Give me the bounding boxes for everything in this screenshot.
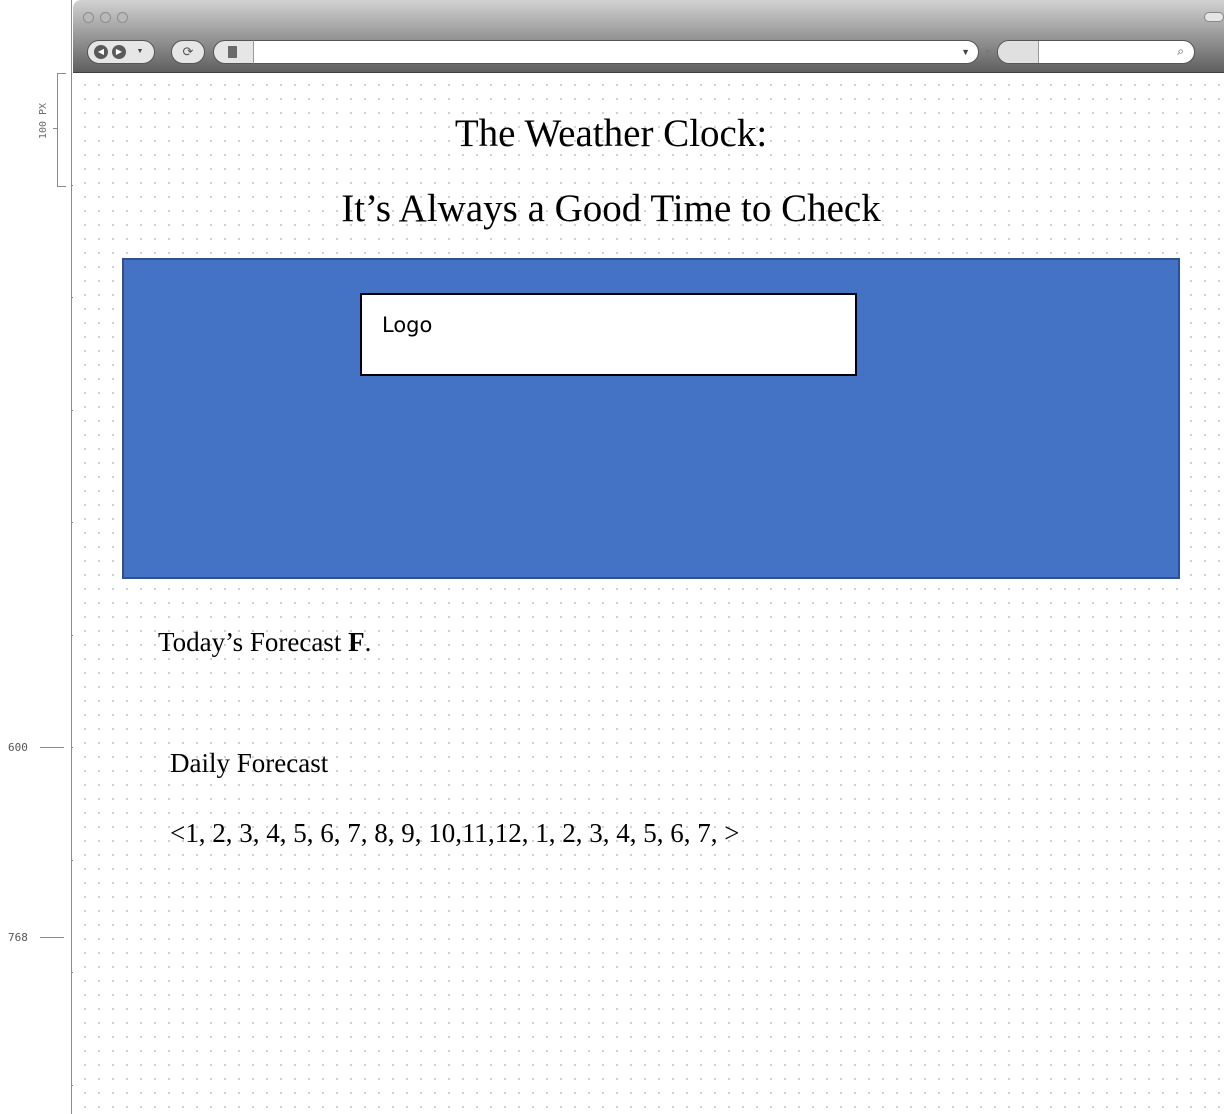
page-menu-button[interactable] xyxy=(213,40,255,64)
ruler-scale-label: 100 PX xyxy=(38,102,49,140)
browser-toolbar: ◀ ▶ ▼ ⟳ ▼ ⌕ xyxy=(73,0,1224,73)
page-subtitle: It’s Always a Good Time to Check xyxy=(341,187,881,230)
ruler-mark-line xyxy=(40,747,64,748)
window-zoom-button[interactable] xyxy=(117,12,128,23)
ruler-mark-line xyxy=(40,937,64,938)
logo-placeholder[interactable]: Logo xyxy=(360,293,857,376)
search-field[interactable]: ⌕ xyxy=(997,40,1195,64)
back-button[interactable]: ◀ xyxy=(94,45,108,59)
window-close-button[interactable] xyxy=(83,12,94,23)
history-navigation: ◀ ▶ ▼ xyxy=(87,40,155,64)
search-engine-selector[interactable] xyxy=(998,41,1039,63)
forward-button[interactable]: ▶ xyxy=(112,45,126,59)
ruler-scale-bracket-mid xyxy=(53,128,58,129)
address-dropdown-icon[interactable]: ▼ xyxy=(961,41,970,63)
window-minimize-button[interactable] xyxy=(100,12,111,23)
ruler-mark-768: 768 xyxy=(8,931,28,944)
history-dropdown-icon[interactable]: ▼ xyxy=(133,45,147,59)
toolbar-toggle-button[interactable] xyxy=(1204,12,1224,22)
ruler-axis xyxy=(71,0,72,1114)
hourly-forecast-strip: <1, 2, 3, 4, 5, 6, 7, 8, 9, 10,11,12, 1,… xyxy=(170,817,739,849)
daily-forecast-heading: Daily Forecast xyxy=(170,748,329,778)
todays-forecast-period: . xyxy=(364,627,372,657)
toolbar-separator xyxy=(986,50,989,53)
address-bar[interactable]: ▼ xyxy=(253,40,979,64)
temperature-unit: F xyxy=(348,627,365,657)
hourly-values: 1, 2, 3, 4, 5, 6, 7, 8, 9, 10,11,12, 1, … xyxy=(185,818,725,848)
search-icon: ⌕ xyxy=(1177,44,1184,58)
hourly-next-button[interactable]: > xyxy=(724,818,739,848)
document-icon xyxy=(228,46,237,58)
ruler-mark-600: 600 xyxy=(8,741,28,754)
ruler-scale-bracket xyxy=(57,73,66,187)
todays-forecast: Today’s Forecast F. xyxy=(158,626,371,658)
page-canvas: The Weather Clock: It’s Always a Good Ti… xyxy=(73,73,1224,1114)
logo-label: Logo xyxy=(382,313,433,337)
page-title: The Weather Clock: xyxy=(454,112,768,155)
reload-button[interactable]: ⟳ xyxy=(171,40,205,64)
hourly-prev-button[interactable]: < xyxy=(170,818,185,848)
wireframe-stage: 100 PX 600 768 ◀ ▶ ▼ ⟳ ▼ ⌕ The Weather C… xyxy=(0,0,1224,1114)
todays-forecast-label: Today’s Forecast xyxy=(158,627,349,657)
